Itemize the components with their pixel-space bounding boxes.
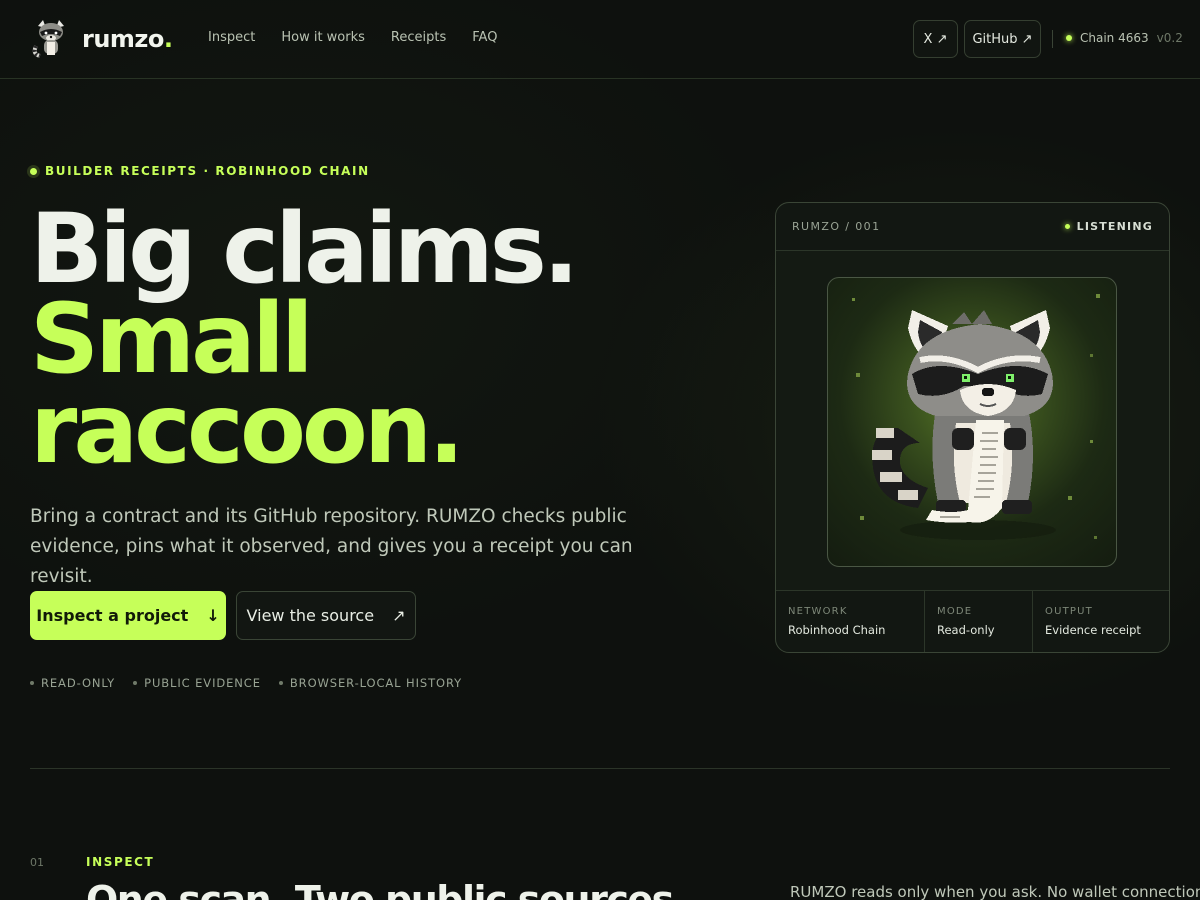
section-divider	[30, 768, 1170, 769]
bullet-icon	[30, 681, 34, 685]
listening-dot-icon	[1064, 224, 1070, 229]
inspect-project-label: Inspect a project	[36, 606, 189, 625]
brand-logo[interactable]: rumzo.	[32, 18, 173, 60]
nav-item-faq[interactable]: FAQ	[472, 30, 497, 45]
bullet-icon	[278, 681, 283, 685]
meta-output-value: Evidence receipt	[1045, 623, 1141, 637]
raccoon-illustration	[827, 277, 1117, 567]
headline-line-3: raccoon.	[30, 373, 465, 485]
section-number: 01	[30, 856, 44, 869]
view-source-label: View the source	[246, 606, 375, 625]
badge-public-evidence: PUBLIC EVIDENCE	[133, 676, 261, 690]
meta-mode-label: MODE	[937, 606, 973, 617]
badge-read-only: READ-ONLY	[30, 676, 115, 690]
meta-output-label: OUTPUT	[1045, 606, 1093, 617]
hero-headline: Big claims. Small raccoon.	[30, 193, 730, 485]
headline-line-2: Small	[30, 283, 314, 395]
bullet-icon	[133, 681, 138, 685]
section-eyebrow: INSPECT	[86, 855, 155, 869]
card-meta: NETWORK Robinhood Chain MODE Read-only O…	[776, 590, 1169, 652]
meta-mode: MODE Read-only	[925, 591, 1033, 652]
meta-mode-value: Read-only	[937, 623, 995, 637]
version-label: v0.2	[1156, 31, 1183, 45]
section-title: One scan. Two public sources.	[86, 878, 687, 900]
nav-item-how-it-works[interactable]: How it works	[281, 30, 365, 45]
raccoon-receipt-icon	[852, 294, 1100, 540]
header-divider	[1052, 30, 1053, 48]
card-status: LISTENING	[1064, 220, 1153, 233]
raccoon-logo-icon	[32, 20, 64, 58]
receipt-card: RUMZO / 001 LISTENING NETWORK Robinhood …	[775, 202, 1170, 653]
meta-network-value: Robinhood Chain	[788, 623, 886, 637]
hero-eyebrow: BUILDER RECEIPTS · ROBINHOOD CHAIN	[30, 164, 370, 178]
arrow-down-icon: ↓	[206, 606, 220, 625]
meta-network-label: NETWORK	[788, 606, 848, 617]
section-description: RUMZO reads only when you ask. No wallet…	[790, 883, 1200, 900]
hero-lede: Bring a contract and its GitHub reposito…	[30, 506, 633, 587]
card-art-area	[776, 251, 1169, 590]
view-source-button[interactable]: View the source ↗	[236, 591, 416, 640]
headline-line-1: Big claims.	[30, 193, 579, 305]
meta-network: NETWORK Robinhood Chain	[776, 591, 925, 652]
main-nav: Inspect How it works Receipts FAQ	[208, 30, 497, 45]
eyebrow-dot-icon	[30, 167, 37, 175]
site-header: rumzo. Inspect How it works Receipts FAQ…	[0, 0, 1200, 79]
arrow-up-right-icon: ↗	[392, 606, 406, 625]
chain-status: Chain 4663 v0.2	[1066, 31, 1183, 45]
hero-badges: READ-ONLY PUBLIC EVIDENCE BROWSER-LOCAL …	[30, 676, 462, 690]
nav-item-receipts[interactable]: Receipts	[391, 30, 446, 45]
brand-name: rumzo.	[82, 25, 173, 53]
x-link-button[interactable]: X ↗	[913, 20, 958, 58]
chain-label: Chain 4663	[1080, 31, 1149, 45]
status-dot-icon	[1066, 35, 1072, 41]
inspect-project-button[interactable]: Inspect a project ↓	[30, 591, 226, 640]
eyebrow-text: BUILDER RECEIPTS · ROBINHOOD CHAIN	[45, 164, 370, 178]
badge-browser-local-history: BROWSER-LOCAL HISTORY	[278, 676, 462, 690]
github-link-button[interactable]: GitHub ↗	[964, 20, 1041, 58]
nav-item-inspect[interactable]: Inspect	[208, 30, 255, 45]
meta-output: OUTPUT Evidence receipt	[1033, 591, 1169, 652]
card-id: RUMZO / 001	[792, 220, 881, 233]
card-header: RUMZO / 001 LISTENING	[776, 203, 1169, 251]
